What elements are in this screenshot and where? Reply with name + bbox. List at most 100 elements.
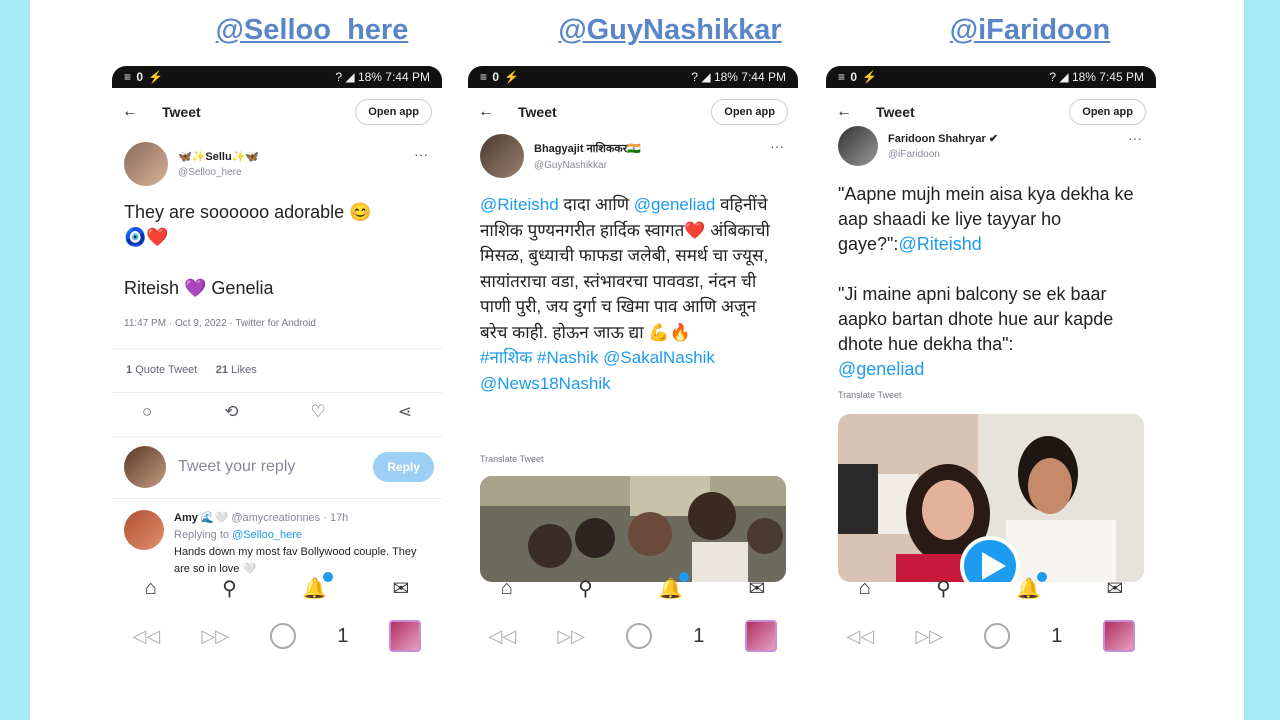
notifications-icon[interactable]: 🔔 (1016, 571, 1048, 601)
home-circle-icon[interactable] (984, 623, 1011, 649)
search-icon[interactable]: ⚲ (936, 576, 951, 601)
reply-handle: @amycreationnes · 17h (231, 512, 349, 524)
mail-icon[interactable]: ✉ (749, 576, 766, 601)
mention-riteishd[interactable]: @Riteishd (898, 234, 981, 254)
tweet-text: They are soooooo adorable 😊 🧿❤️ Riteish … (124, 200, 430, 301)
author-name: Bhagyajit नाशिककर🇮🇳 (534, 143, 641, 155)
reply-author: Amy 🌊🤍 (174, 512, 229, 524)
tweet-header: ← Tweet Open app (826, 94, 1156, 130)
mail-icon[interactable]: ✉ (1107, 576, 1124, 601)
author-name: Faridoon Shahryar ✔ (888, 133, 999, 145)
browser-toolbar: ◁◁ ▷▷ 1 (112, 616, 442, 656)
collage-sheet: @Selloo_here @GuyNashikkar @iFaridoon ≡ … (30, 0, 1244, 720)
home-icon[interactable]: ⌂ (501, 577, 513, 600)
replying-to-handle[interactable]: @Selloo_here (232, 529, 302, 541)
open-app-button[interactable]: Open app (711, 99, 788, 125)
avatar[interactable] (838, 126, 878, 166)
author-name: 🦋✨Sellu✨🦋 (178, 151, 260, 163)
notifications-icon[interactable]: 🔔 (302, 571, 334, 601)
quote-2: "Ji maine apni balcony se ek baar aapko … (838, 284, 1114, 354)
header-title: Tweet (162, 104, 201, 120)
more-options-icon[interactable]: ··· (1128, 130, 1142, 146)
translate-link[interactable]: Translate Tweet (838, 390, 902, 400)
profile-thumbnail[interactable] (1103, 620, 1136, 652)
like-count: 21 (215, 364, 228, 376)
more-options-icon[interactable]: ··· (770, 138, 784, 154)
tweet-text: @Riteishd दादा आणि @geneliad वहिनींचे ना… (480, 192, 786, 452)
status-left: ≡ 0 ⚡ (480, 70, 521, 84)
open-app-button[interactable]: Open app (1069, 99, 1146, 125)
tweet-header: ← Tweet Open app (112, 94, 442, 130)
home-circle-icon[interactable] (626, 623, 653, 649)
back-icon[interactable]: ◁◁ (133, 626, 161, 647)
back-icon[interactable]: ◁◁ (489, 626, 517, 647)
tweet-header: ← Tweet Open app (468, 94, 798, 130)
tweet-author[interactable]: Faridoon Shahryar ✔ @iFaridoon (838, 126, 998, 166)
bottom-nav: ⌂ ⚲ 🔔 ✉ (468, 568, 798, 608)
browser-toolbar: ◁◁ ▷▷ 1 (468, 616, 798, 656)
tweet-photo[interactable] (480, 476, 786, 582)
avatar[interactable] (124, 142, 168, 186)
forward-icon[interactable]: ▷▷ (915, 626, 943, 647)
forward-icon[interactable]: ▷▷ (557, 626, 585, 647)
share-icon[interactable]: ⋖ (398, 402, 412, 422)
reply-input[interactable]: Tweet your reply (178, 458, 373, 476)
phone-screenshot-3: ≡ 0 ⚡ ? ◢ 18% 7:45 PM ← Tweet Open app F… (826, 66, 1156, 666)
like-icon[interactable]: ♡ (311, 402, 326, 422)
home-icon[interactable]: ⌂ (859, 577, 871, 600)
reply-composer: Tweet your reply Reply (124, 446, 434, 488)
back-arrow-icon[interactable]: ← (122, 103, 152, 121)
tweet-hashtags[interactable]: #नाशिक #Nashik @SakalNashik @News18Nashi… (480, 345, 786, 396)
mail-icon[interactable]: ✉ (393, 576, 410, 601)
author-handle: @iFaridoon (888, 149, 940, 160)
reply-avatar[interactable] (124, 510, 164, 550)
tweet-line-1: They are soooooo adorable 😊 (124, 202, 372, 222)
forward-icon[interactable]: ▷▷ (201, 626, 229, 647)
comment-icon[interactable]: ○ (142, 402, 152, 422)
notifications-icon[interactable]: 🔔 (658, 571, 690, 601)
status-left: ≡ 0 ⚡ (124, 70, 165, 84)
retweet-icon[interactable]: ⟲ (224, 402, 238, 422)
status-right: ? ◢ 18% 7:44 PM (691, 70, 786, 84)
browser-toolbar: ◁◁ ▷▷ 1 (826, 616, 1156, 656)
more-options-icon[interactable]: ··· (414, 146, 428, 162)
tab-count[interactable]: 1 (693, 625, 704, 648)
phone-screenshot-1: ≡ 0 ⚡ ? ◢ 18% 7:44 PM ← Tweet Open app 🦋… (112, 66, 442, 666)
home-circle-icon[interactable] (270, 623, 297, 649)
tweet-line-2: 🧿❤️ (124, 227, 169, 247)
profile-thumbnail[interactable] (389, 620, 422, 652)
tweet-timestamp: 11:47 PM · Oct 9, 2022 · Twitter for And… (124, 318, 316, 329)
back-arrow-icon[interactable]: ← (836, 103, 866, 121)
handle-title-1: @Selloo_here (215, 14, 409, 46)
search-icon[interactable]: ⚲ (222, 576, 237, 601)
mention-geneliad[interactable]: @geneliad (838, 357, 1144, 382)
bottom-nav: ⌂ ⚲ 🔔 ✉ (826, 568, 1156, 608)
avatar[interactable] (480, 134, 524, 178)
tweet-video[interactable] (838, 414, 1144, 582)
back-arrow-icon[interactable]: ← (478, 103, 508, 121)
quote-count: 1 (126, 364, 133, 376)
author-handle: @Selloo_here (178, 167, 242, 178)
quote-label[interactable]: Quote Tweet (135, 364, 197, 376)
replying-to-label: Replying to (174, 529, 230, 541)
mention-geneliad[interactable]: @geneliad (634, 195, 716, 214)
status-bar: ≡ 0 ⚡ ? ◢ 18% 7:45 PM (826, 66, 1156, 88)
tab-count[interactable]: 1 (337, 625, 348, 648)
tweet-photo-image (480, 476, 786, 582)
tweet-author[interactable]: Bhagyajit नाशिककर🇮🇳 @GuyNashikkar (480, 134, 641, 178)
reply-item[interactable]: Amy 🌊🤍 @amycreationnes · 17h Replying to… (124, 510, 430, 576)
tab-count[interactable]: 1 (1051, 625, 1062, 648)
like-label[interactable]: Likes (231, 364, 257, 376)
tweet-author[interactable]: 🦋✨Sellu✨🦋 @Selloo_here (124, 142, 259, 186)
search-icon[interactable]: ⚲ (578, 576, 593, 601)
status-left: ≡ 0 ⚡ (838, 70, 879, 84)
profile-thumbnail[interactable] (745, 620, 778, 652)
reply-button[interactable]: Reply (373, 452, 434, 482)
translate-link[interactable]: Translate Tweet (480, 454, 544, 464)
home-icon[interactable]: ⌂ (145, 577, 157, 600)
mention-riteishd[interactable]: @Riteishd (480, 195, 559, 214)
handle-title-3: @iFaridoon (949, 14, 1111, 46)
back-icon[interactable]: ◁◁ (847, 626, 875, 647)
open-app-button[interactable]: Open app (355, 99, 432, 125)
tweet-text: "Aapne mujh mein aisa kya dekha ke aap s… (838, 182, 1144, 392)
